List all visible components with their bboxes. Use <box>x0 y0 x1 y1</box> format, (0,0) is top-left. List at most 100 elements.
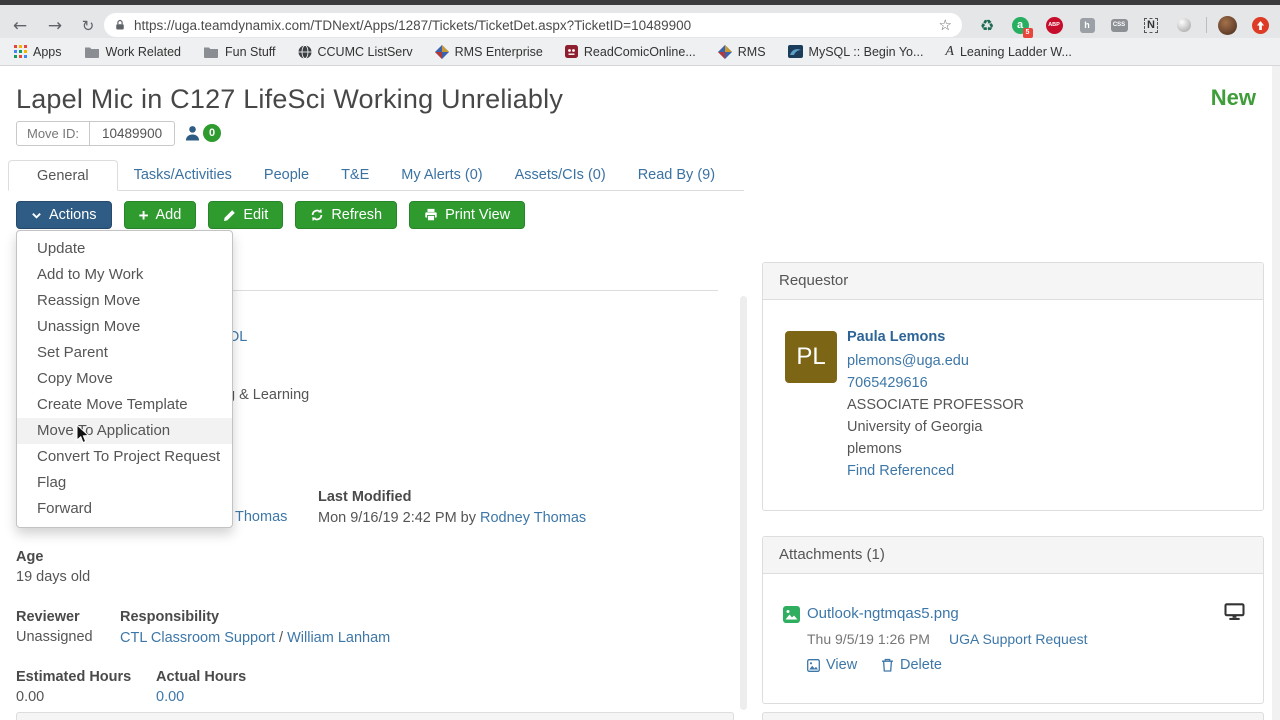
attachment-delete-button[interactable]: Delete <box>881 657 942 673</box>
menu-item-add-to-my-work[interactable]: Add to My Work <box>17 262 232 288</box>
panel-scrollbar[interactable] <box>740 296 747 710</box>
person-icon[interactable] <box>184 124 201 142</box>
tab-my-alerts[interactable]: My Alerts (0) <box>385 160 498 190</box>
dolphin-icon <box>788 45 803 58</box>
find-referenced-link[interactable]: Find Referenced <box>847 463 954 479</box>
add-button[interactable]: + Add <box>124 201 197 229</box>
actual-hours-label: Actual Hours <box>156 669 246 685</box>
gray-extension-icon[interactable]: h <box>1076 14 1098 36</box>
reviewer-label: Reviewer <box>16 609 80 625</box>
url-text: https://uga.teamdynamix.com/TDNext/Apps/… <box>134 18 939 33</box>
reload-icon[interactable]: ↻ <box>76 15 100 39</box>
bookmark-star-icon[interactable]: ☆ <box>939 16 952 34</box>
reviewer-value: Unassigned <box>16 629 93 645</box>
move-id-box: Move ID: 10489900 <box>16 121 175 146</box>
window-scrollbar[interactable] <box>1272 66 1280 720</box>
bookmark-work-related[interactable]: Work Related <box>84 45 182 59</box>
bookmark-rms-enterprise[interactable]: RMS Enterprise <box>435 45 543 59</box>
move-id-label: Move ID: <box>17 122 90 145</box>
move-id-value: 10489900 <box>90 122 174 145</box>
menu-item-forward[interactable]: Forward <box>17 496 232 522</box>
menu-item-set-parent[interactable]: Set Parent <box>17 340 232 366</box>
menu-item-unassign-move[interactable]: Unassign Move <box>17 314 232 340</box>
requestor-job-title: ASSOCIATE PROFESSOR <box>847 397 1024 413</box>
printer-icon <box>424 208 438 222</box>
attachments-card: Attachments (1) Outlook-ngtmqas5.png Thu… <box>762 536 1264 704</box>
requestor-username: plemons <box>847 441 902 457</box>
menu-item-create-move-template[interactable]: Create Move Template <box>17 392 232 418</box>
bookmark-mysql[interactable]: MySQL :: Begin Yo... <box>788 45 924 59</box>
tab-general[interactable]: General <box>8 160 118 191</box>
ladder-icon: A <box>945 44 954 60</box>
requestor-avatar: PL <box>785 331 837 383</box>
onenote-clipper-icon[interactable]: N <box>1140 14 1162 36</box>
menu-item-reassign-move[interactable]: Reassign Move <box>17 288 232 314</box>
abp-extension-icon[interactable]: ABP <box>1043 14 1065 36</box>
lock-icon <box>114 18 126 32</box>
forward-icon[interactable]: → <box>43 15 67 39</box>
bookmark-ccumc-listserv[interactable]: CCUMC ListServ <box>298 45 413 59</box>
globe-icon <box>298 45 312 59</box>
pencil-icon <box>223 209 236 222</box>
sphere-extension-icon[interactable] <box>1173 14 1195 36</box>
tab-read-by[interactable]: Read By (9) <box>622 160 731 190</box>
menu-item-copy-move[interactable]: Copy Move <box>17 366 232 392</box>
tab-te[interactable]: T&E <box>325 160 385 190</box>
attachment-source-link[interactable]: UGA Support Request <box>949 631 1088 647</box>
menu-item-flag[interactable]: Flag <box>17 470 232 496</box>
detail-text-fragment: g & Learning <box>227 387 309 403</box>
estimated-hours-label: Estimated Hours <box>16 669 131 685</box>
recycle-extension-icon[interactable]: ♻ <box>976 14 998 36</box>
bookmark-rms[interactable]: RMS <box>718 45 766 59</box>
next-section-header-left <box>16 712 734 720</box>
responsible-count-badge[interactable]: 0 <box>203 124 221 142</box>
page-title: Lapel Mic in C127 LifeSci Working Unreli… <box>16 84 563 115</box>
created-user-fragment[interactable]: Thomas <box>235 509 287 525</box>
tab-people[interactable]: People <box>248 160 325 190</box>
actual-hours-link[interactable]: 0.00 <box>156 689 184 705</box>
responsibility-group-link[interactable]: CTL Classroom Support <box>120 630 275 646</box>
requestor-card-header: Requestor <box>763 263 1263 300</box>
attachment-date: Thu 9/5/19 1:26 PM <box>807 631 930 647</box>
toolbar-divider <box>1206 17 1207 33</box>
refresh-button[interactable]: Refresh <box>295 201 397 229</box>
attachment-file-link[interactable]: Outlook-ngtmqas5.png <box>807 605 959 622</box>
tab-tasks-activities[interactable]: Tasks/Activities <box>118 160 248 190</box>
address-bar[interactable]: https://uga.teamdynamix.com/TDNext/Apps/… <box>104 13 962 37</box>
ticket-tabs: General Tasks/Activities People T&E My A… <box>8 160 744 191</box>
next-section-header-right <box>762 712 1264 720</box>
menu-item-update[interactable]: Update <box>17 236 232 262</box>
responsibility-user-link[interactable]: William Lanham <box>287 630 390 646</box>
attachment-view-button[interactable]: View <box>807 657 857 673</box>
monitor-icon[interactable] <box>1224 603 1245 621</box>
requestor-name-link[interactable]: Paula Lemons <box>847 329 945 345</box>
age-label: Age <box>16 549 43 565</box>
bookmark-readcomiconline[interactable]: ReadComicOnline... <box>565 45 696 59</box>
bookmark-apps[interactable]: Apps <box>14 45 62 59</box>
last-modified-user-link[interactable]: Rodney Thomas <box>480 510 586 526</box>
edit-button[interactable]: Edit <box>208 201 283 229</box>
tab-assets-cis[interactable]: Assets/CIs (0) <box>499 160 622 190</box>
folder-icon <box>203 45 219 58</box>
back-icon[interactable]: ← <box>8 15 32 39</box>
menu-item-convert-to-project-request[interactable]: Convert To Project Request <box>17 444 232 470</box>
last-modified-label: Last Modified <box>318 489 411 505</box>
print-view-button[interactable]: Print View <box>409 201 525 229</box>
bookmark-leaning-ladder[interactable]: A Leaning Ladder W... <box>945 44 1071 60</box>
folder-icon <box>84 45 100 58</box>
requestor-email-link[interactable]: plemons@uga.edu <box>847 353 969 369</box>
estimated-hours-value: 0.00 <box>16 689 44 705</box>
actions-button[interactable]: Actions <box>16 201 112 229</box>
requestor-phone-link[interactable]: 7065429616 <box>847 375 928 391</box>
last-modified-value: Mon 9/16/19 2:42 PM by Rodney Thomas <box>318 509 586 527</box>
apps-grid-icon <box>14 45 27 58</box>
update-shield-icon[interactable] <box>1249 14 1271 36</box>
bookmark-fun-stuff[interactable]: Fun Stuff <box>203 45 276 59</box>
requestor-organization: University of Georgia <box>847 419 982 435</box>
browser-toolbar: ← → ↻ https://uga.teamdynamix.com/TDNext… <box>0 5 1280 38</box>
menu-item-move-to-application[interactable]: Move To Application <box>17 418 232 444</box>
profile-avatar[interactable] <box>1216 14 1238 36</box>
trash-icon <box>881 658 894 672</box>
adguard-extension-icon[interactable]: a 5 <box>1009 14 1031 36</box>
css-extension-icon[interactable]: CSS <box>1108 14 1130 36</box>
